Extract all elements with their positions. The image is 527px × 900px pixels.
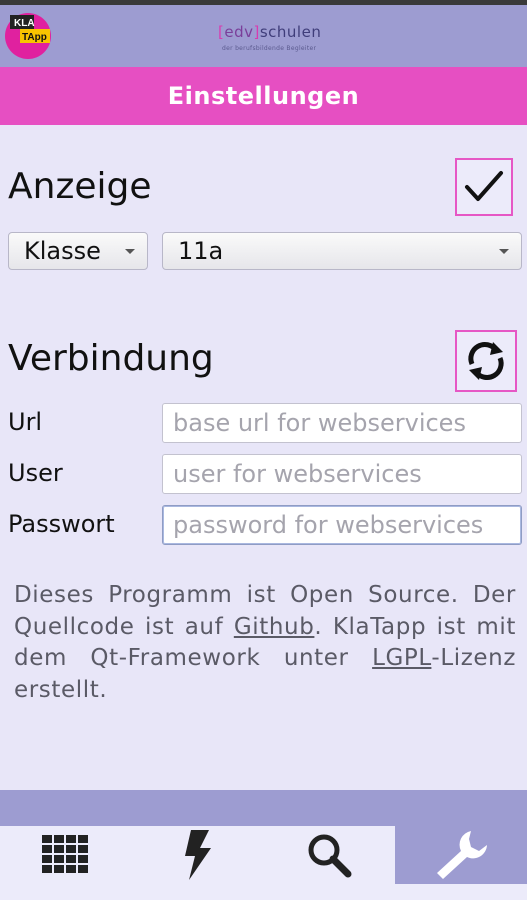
klasse-label: Klasse	[24, 237, 101, 265]
search-icon	[308, 834, 352, 878]
klasse-dropdown[interactable]: Klasse	[8, 232, 148, 270]
check-icon	[465, 171, 503, 201]
chevron-down-icon	[125, 249, 135, 254]
user-label: User	[8, 459, 63, 487]
tab-settings[interactable]	[395, 826, 527, 884]
page-title: Einstellungen	[167, 82, 360, 110]
tab-overview[interactable]	[0, 826, 132, 884]
confirm-button[interactable]	[455, 158, 513, 216]
page-title-bar: Einstellungen	[0, 67, 527, 125]
bottom-edge	[0, 884, 527, 900]
bottom-strip	[0, 790, 527, 826]
brand-wordmark: [edv]schulen	[218, 23, 322, 41]
tab-updates[interactable]	[132, 826, 264, 884]
sync-button[interactable]	[455, 330, 517, 392]
passwort-label: Passwort	[8, 510, 115, 538]
tab-bar	[0, 826, 527, 884]
info-text: Dieses Programm ist Open Source. Der Que…	[14, 580, 516, 706]
logo-text-bottom: TApp	[22, 32, 47, 43]
klasse-value: 11a	[178, 237, 224, 265]
refresh-icon	[468, 342, 504, 380]
lightning-icon	[184, 830, 211, 880]
password-field[interactable]	[162, 505, 522, 545]
lgpl-link[interactable]: LGPL	[372, 645, 431, 671]
anzeige-heading: Anzeige	[8, 166, 152, 207]
app-header: KLA TApp [edv]schulen der berufsbildende…	[0, 5, 527, 67]
brand-logo: [edv]schulen der berufsbildende Begleite…	[218, 23, 338, 57]
tab-search[interactable]	[264, 826, 396, 884]
grid-icon	[41, 835, 88, 873]
klasse-value-dropdown[interactable]: 11a	[162, 232, 522, 270]
chevron-down-icon	[499, 249, 509, 254]
app-logo[interactable]: KLA TApp	[4, 9, 54, 61]
url-label: Url	[8, 408, 43, 436]
verbindung-heading: Verbindung	[8, 338, 214, 379]
wrench-icon	[437, 831, 488, 879]
user-field[interactable]	[162, 454, 522, 494]
logo-text-top: KLA	[14, 18, 35, 29]
github-link[interactable]: Github	[234, 614, 315, 640]
brand-tagline: der berufsbildende Begleiter	[222, 45, 317, 52]
url-field[interactable]	[162, 403, 522, 443]
